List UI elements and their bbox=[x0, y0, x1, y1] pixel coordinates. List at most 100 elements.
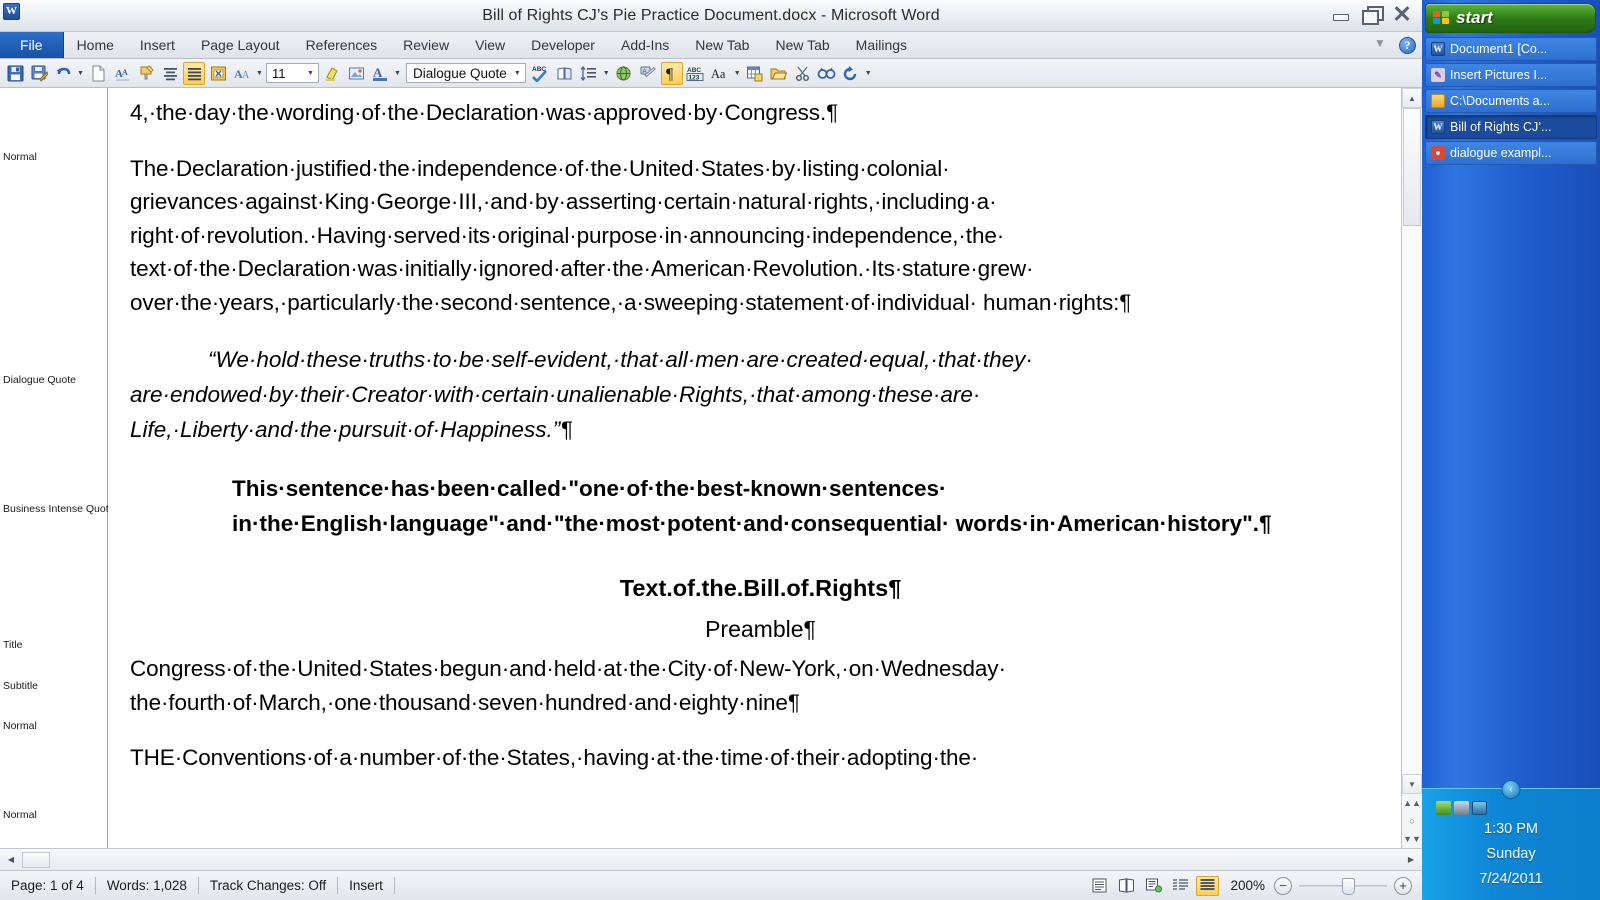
save-icon[interactable] bbox=[4, 62, 26, 85]
taskbar-item-bill-of-rights[interactable]: W Bill of Rights CJ’... bbox=[1425, 115, 1597, 139]
minimize-button[interactable] bbox=[1330, 5, 1352, 22]
zoom-in-button[interactable]: + bbox=[1394, 876, 1412, 895]
ribbon-tab-page-layout[interactable]: Page Layout bbox=[188, 32, 293, 58]
clock-date[interactable]: 7/24/2011 bbox=[1479, 868, 1542, 890]
show-hidden-icons-button[interactable]: ‹ bbox=[1501, 780, 1521, 799]
change-case-icon[interactable]: A A bbox=[231, 62, 253, 85]
paragraph-1[interactable]: 4,·the·day·the·wording·of·the·Declaratio… bbox=[130, 96, 1391, 130]
zoom-level-label[interactable]: 200% bbox=[1221, 878, 1274, 893]
status-insert-mode[interactable]: Insert bbox=[338, 878, 394, 893]
paragraph-title[interactable]: Text.of.the.Bill.of.Rights¶ bbox=[130, 572, 1391, 606]
align-center-icon[interactable] bbox=[159, 62, 181, 85]
scroll-left-icon[interactable]: ◀ bbox=[2, 851, 20, 868]
zoom-slider-handle[interactable] bbox=[1342, 877, 1355, 895]
close-button[interactable] bbox=[1392, 4, 1412, 22]
ribbon-tab-view[interactable]: View bbox=[462, 32, 518, 58]
ribbon-tab-references[interactable]: References bbox=[293, 32, 391, 58]
scroll-up-icon[interactable]: ▲ bbox=[1402, 88, 1422, 108]
status-track-changes[interactable]: Track Changes: Off bbox=[199, 878, 337, 893]
status-word-count[interactable]: Words: 1,028 bbox=[96, 878, 198, 893]
ribbon-tab-new-tab-2[interactable]: New Tab bbox=[762, 32, 842, 58]
font-color-icon[interactable]: A bbox=[369, 62, 391, 85]
ribbon-tab-mailings[interactable]: Mailings bbox=[843, 32, 920, 58]
insert-picture-icon[interactable] bbox=[345, 62, 367, 85]
font-size-input[interactable]: 11 ▼ bbox=[266, 63, 319, 83]
ribbon-tab-review[interactable]: Review bbox=[390, 32, 462, 58]
taskbar-item-documents-folder[interactable]: C:\Documents a... bbox=[1425, 89, 1597, 113]
next-page-icon[interactable]: ▼▼ bbox=[1402, 830, 1422, 848]
restore-button[interactable] bbox=[1361, 5, 1384, 25]
spelling-grammar-icon[interactable]: ABC bbox=[530, 62, 552, 85]
web-layout-view-button[interactable] bbox=[1142, 876, 1165, 896]
start-button[interactable]: start bbox=[1425, 3, 1596, 33]
vertical-scroll-thumb[interactable] bbox=[1403, 108, 1421, 226]
chevron-down-icon[interactable] bbox=[1373, 36, 1389, 54]
undo-dropdown-arrow[interactable]: ▼ bbox=[76, 62, 85, 85]
taskbar-item-document1[interactable]: W Document1 [Co... bbox=[1425, 37, 1597, 61]
paragraph-preamble-body[interactable]: Congress·of·the·United·States·begun·and·… bbox=[130, 652, 1391, 719]
ribbon-tab-new-tab-1[interactable]: New Tab bbox=[682, 32, 762, 58]
outline-view-button[interactable] bbox=[1169, 876, 1192, 896]
volume-icon[interactable] bbox=[1454, 801, 1469, 815]
draft-view-button[interactable] bbox=[1196, 875, 1220, 896]
clock-time[interactable]: 1:30 PM bbox=[1484, 818, 1538, 840]
zoom-slider[interactable] bbox=[1299, 877, 1387, 895]
find-icon[interactable] bbox=[816, 62, 838, 85]
paragraph-2[interactable]: The·Declaration·justified·the·independen… bbox=[130, 152, 1391, 320]
ribbon-tab-insert[interactable]: Insert bbox=[127, 32, 188, 58]
customize-qat-icon[interactable]: ▼ bbox=[864, 62, 873, 85]
taskbar-item-dialogue-example[interactable]: dialogue exampl... bbox=[1425, 141, 1597, 165]
horizontal-scroll-thumb[interactable] bbox=[22, 851, 50, 868]
new-document-icon[interactable] bbox=[87, 62, 109, 85]
show-formatting-marks-icon[interactable]: ¶ bbox=[660, 61, 683, 85]
display-icon[interactable] bbox=[1472, 801, 1487, 815]
scroll-down-icon[interactable]: ▼ bbox=[1402, 774, 1422, 794]
change-case-aa-icon[interactable]: Aa bbox=[709, 62, 731, 85]
word-count-icon[interactable]: ABC 123 bbox=[685, 62, 707, 85]
open-icon[interactable] bbox=[768, 62, 790, 85]
comment-icon[interactable]: A bbox=[637, 62, 659, 85]
vertical-scroll-track[interactable] bbox=[1402, 108, 1422, 774]
full-screen-reading-view-button[interactable] bbox=[1115, 876, 1138, 896]
paragraph-subtitle[interactable]: Preamble¶ bbox=[130, 613, 1391, 647]
clock-day[interactable]: Sunday bbox=[1486, 843, 1535, 865]
paragraph-settings-icon[interactable] bbox=[207, 62, 229, 85]
insert-table-icon[interactable] bbox=[744, 62, 766, 85]
network-icon[interactable] bbox=[1436, 801, 1451, 815]
taskbar-item-insert-pictures[interactable]: ✎ Insert Pictures I... bbox=[1425, 63, 1597, 87]
highlight-icon[interactable] bbox=[321, 62, 343, 85]
previous-page-icon[interactable]: ▲▲ bbox=[1402, 794, 1422, 812]
ribbon-tab-add-ins[interactable]: Add-Ins bbox=[608, 32, 682, 58]
line-spacing-dropdown-arrow[interactable]: ▼ bbox=[602, 62, 611, 85]
style-selector-dropdown-arrow[interactable]: ▼ bbox=[514, 70, 521, 77]
paragraph-business-intense-quote[interactable]: This·sentence·has·been·called·"one·of·th… bbox=[232, 471, 1331, 541]
select-browse-object-icon[interactable]: ○ bbox=[1402, 812, 1422, 830]
thesaurus-icon[interactable] bbox=[554, 62, 576, 85]
style-selector[interactable]: Dialogue Quote ▼ bbox=[406, 63, 526, 83]
ribbon-tab-home[interactable]: Home bbox=[64, 32, 127, 58]
zoom-out-button[interactable]: − bbox=[1274, 876, 1292, 895]
document-text-body[interactable]: 4,·the·day·the·wording·of·the·Declaratio… bbox=[130, 88, 1391, 775]
help-icon[interactable]: ? bbox=[1399, 37, 1416, 54]
align-justify-icon[interactable] bbox=[183, 61, 205, 85]
undo-icon[interactable] bbox=[52, 62, 74, 85]
scroll-right-icon[interactable]: ▶ bbox=[1402, 851, 1420, 868]
change-case-aa-dropdown-arrow[interactable]: ▼ bbox=[733, 62, 742, 85]
repeat-icon[interactable] bbox=[840, 62, 862, 85]
vertical-scrollbar[interactable]: ▲ ▼ ▲▲ ○ ▼▼ bbox=[1401, 88, 1422, 848]
ribbon-tab-developer[interactable]: Developer bbox=[518, 32, 608, 58]
document-page[interactable]: 4,·the·day·the·wording·of·the·Declaratio… bbox=[108, 88, 1401, 848]
font-size-dropdown-arrow[interactable]: ▼ bbox=[303, 70, 318, 77]
paragraph-dialogue-quote[interactable]: “We·hold·these·truths·to·be·self-evident… bbox=[130, 342, 1391, 447]
change-case-dropdown-arrow[interactable]: ▼ bbox=[255, 62, 264, 85]
clear-formatting-icon[interactable]: A A bbox=[111, 62, 133, 85]
save-as-icon[interactable] bbox=[28, 62, 50, 85]
line-spacing-icon[interactable] bbox=[578, 62, 600, 85]
translate-icon[interactable] bbox=[613, 62, 635, 85]
paragraph-conventions[interactable]: THE·Conventions·of·a·number·of·the·State… bbox=[130, 741, 1391, 775]
format-painter-icon[interactable] bbox=[135, 62, 157, 85]
font-color-dropdown-arrow[interactable]: ▼ bbox=[393, 62, 402, 85]
status-page[interactable]: Page: 1 of 4 bbox=[0, 878, 95, 893]
ribbon-tab-file[interactable]: File bbox=[0, 32, 64, 58]
horizontal-scrollbar[interactable]: ◀ ▶ bbox=[0, 848, 1422, 870]
